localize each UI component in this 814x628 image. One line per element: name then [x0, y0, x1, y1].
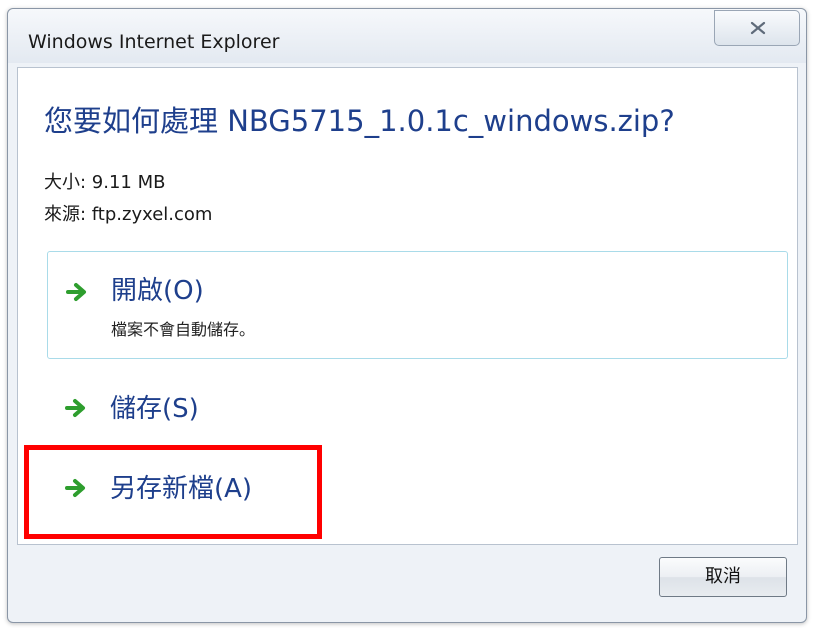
red-highlight-box [24, 445, 322, 539]
open-option-label: 開啟(O) [111, 276, 204, 306]
save-option[interactable]: 儲存(S) [47, 373, 788, 443]
open-option[interactable]: 開啟(O) 檔案不會自動儲存。 [47, 251, 788, 359]
save-option-label: 儲存(S) [110, 394, 199, 424]
open-option-description: 檔案不會自動儲存。 [111, 320, 256, 339]
cancel-button[interactable]: 取消 [659, 557, 787, 597]
title-bar: Windows Internet Explorer [8, 9, 806, 63]
file-source-text: 來源: ftp.zyxel.com [44, 204, 213, 225]
close-icon [750, 21, 766, 35]
green-arrow-icon [66, 283, 86, 301]
window-title: Windows Internet Explorer [28, 31, 280, 53]
green-arrow-icon [65, 399, 85, 417]
file-size-text: 大小: 9.11 MB [44, 172, 166, 193]
close-button[interactable] [714, 10, 800, 46]
download-question-heading: 您要如何處理 NBG5715_1.0.1c_windows.zip? [44, 104, 675, 138]
